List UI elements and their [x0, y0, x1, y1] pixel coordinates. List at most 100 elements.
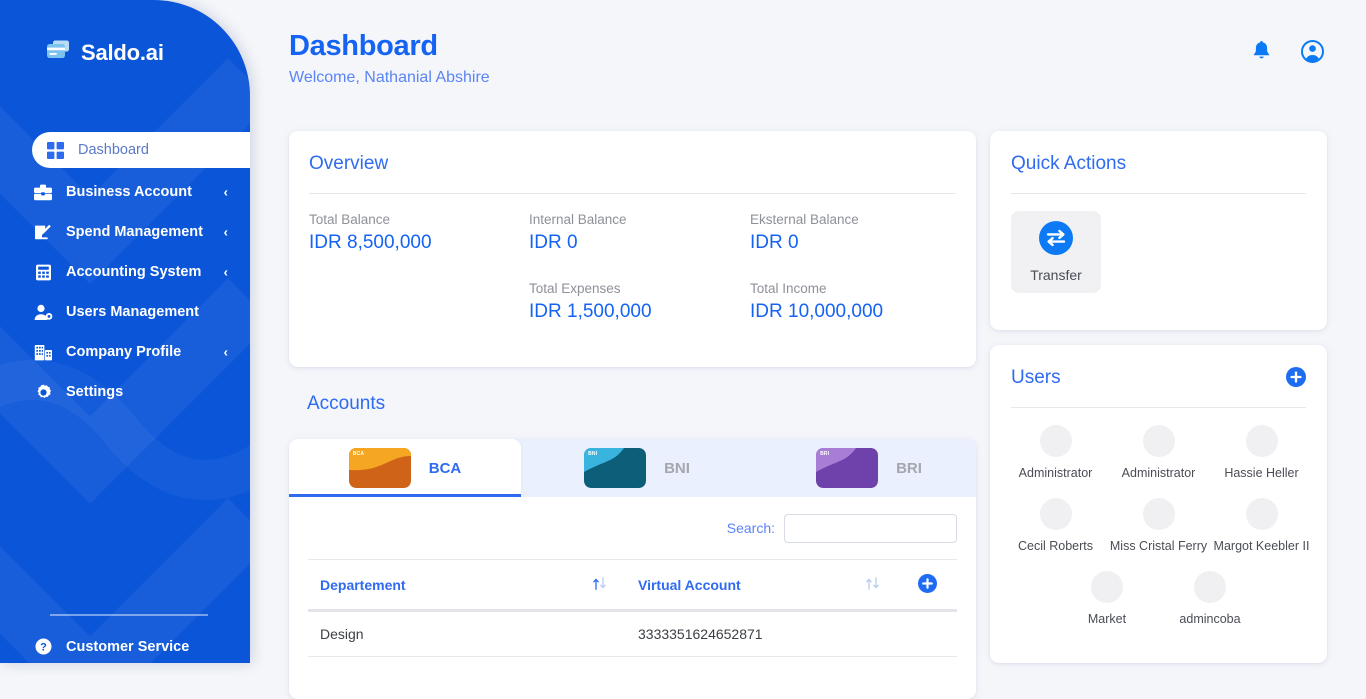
- user-gear-icon: [32, 302, 54, 322]
- user-item[interactable]: Administrator: [1107, 425, 1210, 482]
- sidebar-item-settings[interactable]: Settings: [0, 372, 250, 412]
- sidebar-item-accounting-system[interactable]: Accounting System ‹: [0, 252, 250, 292]
- plus-circle-icon[interactable]: [918, 574, 937, 593]
- avatar: [1246, 498, 1278, 530]
- sidebar-item-label: Users Management: [66, 304, 199, 320]
- sidebar: Saldo.ai Dashboard: [0, 0, 250, 663]
- column-label: Virtual Account: [638, 577, 741, 593]
- column-header-departement[interactable]: Departement: [308, 560, 626, 611]
- sidebar-item-label: Settings: [66, 384, 123, 400]
- quick-actions-card: Quick Actions Transfer: [990, 131, 1327, 330]
- users-title: Users: [1011, 367, 1061, 389]
- sort-arrows-icon[interactable]: [592, 577, 608, 593]
- user-item[interactable]: Margot Keebler II: [1210, 498, 1313, 555]
- column-label: Departement: [320, 577, 406, 593]
- page-header: Dashboard Welcome, Nathanial Abshire: [289, 30, 490, 87]
- stat-total-balance: Total Balance IDR 8,500,000: [309, 212, 432, 254]
- sidebar-footer-label: Customer Service: [66, 639, 189, 655]
- divider: [1011, 407, 1306, 408]
- bni-card-icon: BNI: [584, 448, 646, 488]
- stat-label: Total Balance: [309, 212, 432, 227]
- column-header-virtual-account[interactable]: Virtual Account: [626, 560, 899, 611]
- user-circle-icon[interactable]: [1301, 40, 1324, 68]
- search-row: Search:: [308, 497, 957, 559]
- sidebar-divider: [50, 614, 208, 616]
- user-item[interactable]: Cecil Roberts: [1004, 498, 1107, 555]
- accounts-title: Accounts: [307, 393, 385, 415]
- user-item[interactable]: Administrator: [1004, 425, 1107, 482]
- accounts-panel: BCA BCA BNI BNI: [289, 439, 976, 699]
- sidebar-item-users-management[interactable]: Users Management: [0, 292, 250, 332]
- stat-value: IDR 0: [529, 232, 627, 254]
- chevron-left-icon: ‹: [224, 265, 228, 280]
- user-name: Cecil Roberts: [1018, 538, 1093, 555]
- divider: [309, 193, 956, 194]
- sidebar-item-spend-management[interactable]: Spend Management ‹: [0, 212, 250, 252]
- table-row[interactable]: Design 3333351624652871: [308, 611, 957, 657]
- user-item[interactable]: admincoba: [1159, 571, 1262, 628]
- sidebar-item-label: Business Account: [66, 184, 192, 200]
- tab-bca[interactable]: BCA BCA: [289, 439, 521, 497]
- quick-action-transfer[interactable]: Transfer: [1011, 211, 1101, 293]
- column-header-add: [899, 560, 957, 611]
- avatar: [1194, 571, 1226, 603]
- avatar: [1246, 425, 1278, 457]
- plus-circle-icon: [1286, 367, 1306, 387]
- sort-arrows-icon[interactable]: [865, 577, 881, 593]
- brand-name: Saldo.ai: [81, 40, 164, 66]
- sidebar-item-customer-service[interactable]: ? Customer Service: [32, 638, 189, 655]
- tab-label: BRI: [896, 460, 922, 477]
- cell-departement: Design: [308, 611, 626, 657]
- header-actions: [1252, 40, 1324, 68]
- brand: Saldo.ai: [44, 38, 164, 67]
- stat-total-income: Total Income IDR 10,000,000: [750, 281, 883, 323]
- stat-label: Total Expenses: [529, 281, 652, 296]
- users-card: Users Administrator Administrator Hassie…: [990, 345, 1327, 663]
- user-item[interactable]: Hassie Heller: [1210, 425, 1313, 482]
- sidebar-item-label: Spend Management: [66, 224, 203, 240]
- sidebar-item-business-account[interactable]: Business Account ‹: [0, 172, 250, 212]
- table-body: Design 3333351624652871: [308, 611, 957, 657]
- tab-bri[interactable]: BRI BRI: [753, 439, 976, 497]
- welcome-text: Welcome, Nathanial Abshire: [289, 69, 490, 87]
- stat-label: Internal Balance: [529, 212, 627, 227]
- avatar: [1091, 571, 1123, 603]
- stat-value: IDR 10,000,000: [750, 301, 883, 323]
- cell-actions: [899, 611, 957, 657]
- page-title: Dashboard: [289, 30, 490, 63]
- user-name: Administrator: [1019, 465, 1093, 482]
- user-item[interactable]: Miss Cristal Ferry: [1107, 498, 1210, 555]
- search-input[interactable]: [784, 514, 957, 543]
- cell-virtual-account: 3333351624652871: [626, 611, 899, 657]
- accounts-table: Departement Virtual Account: [308, 559, 957, 657]
- user-item[interactable]: Market: [1056, 571, 1159, 628]
- stat-label: Eksternal Balance: [750, 212, 859, 227]
- bell-icon[interactable]: [1252, 41, 1271, 67]
- gear-icon: [32, 382, 54, 402]
- search-label: Search:: [727, 520, 775, 536]
- user-name: Hassie Heller: [1224, 465, 1298, 482]
- question-circle-icon: ?: [32, 638, 54, 655]
- add-user-button[interactable]: [1286, 367, 1306, 392]
- bca-card-icon: BCA: [349, 448, 411, 488]
- stat-label: Total Income: [750, 281, 883, 296]
- divider: [1011, 193, 1306, 194]
- sidebar-item-company-profile[interactable]: Company Profile ‹: [0, 332, 250, 372]
- stat-value: IDR 1,500,000: [529, 301, 652, 323]
- tab-bni[interactable]: BNI BNI: [521, 439, 753, 497]
- chevron-left-icon: ‹: [224, 185, 228, 200]
- sidebar-nav: Dashboard Business Account ‹: [0, 132, 250, 412]
- sidebar-item-dashboard[interactable]: Dashboard: [32, 132, 250, 168]
- bri-card-logo: BRI: [820, 451, 829, 457]
- stat-value: IDR 0: [750, 232, 859, 254]
- bni-card-logo: BNI: [588, 451, 597, 457]
- user-name: Margot Keebler II: [1214, 538, 1310, 555]
- tab-label: BNI: [664, 460, 690, 477]
- bca-card-logo: BCA: [353, 451, 364, 457]
- user-name: Market: [1088, 611, 1126, 628]
- bri-card-icon: BRI: [816, 448, 878, 488]
- stat-internal-balance: Internal Balance IDR 0: [529, 212, 627, 254]
- briefcase-icon: [32, 182, 54, 202]
- accounts-tabbar: BCA BCA BNI BNI: [289, 439, 976, 497]
- tab-label: BCA: [429, 460, 462, 477]
